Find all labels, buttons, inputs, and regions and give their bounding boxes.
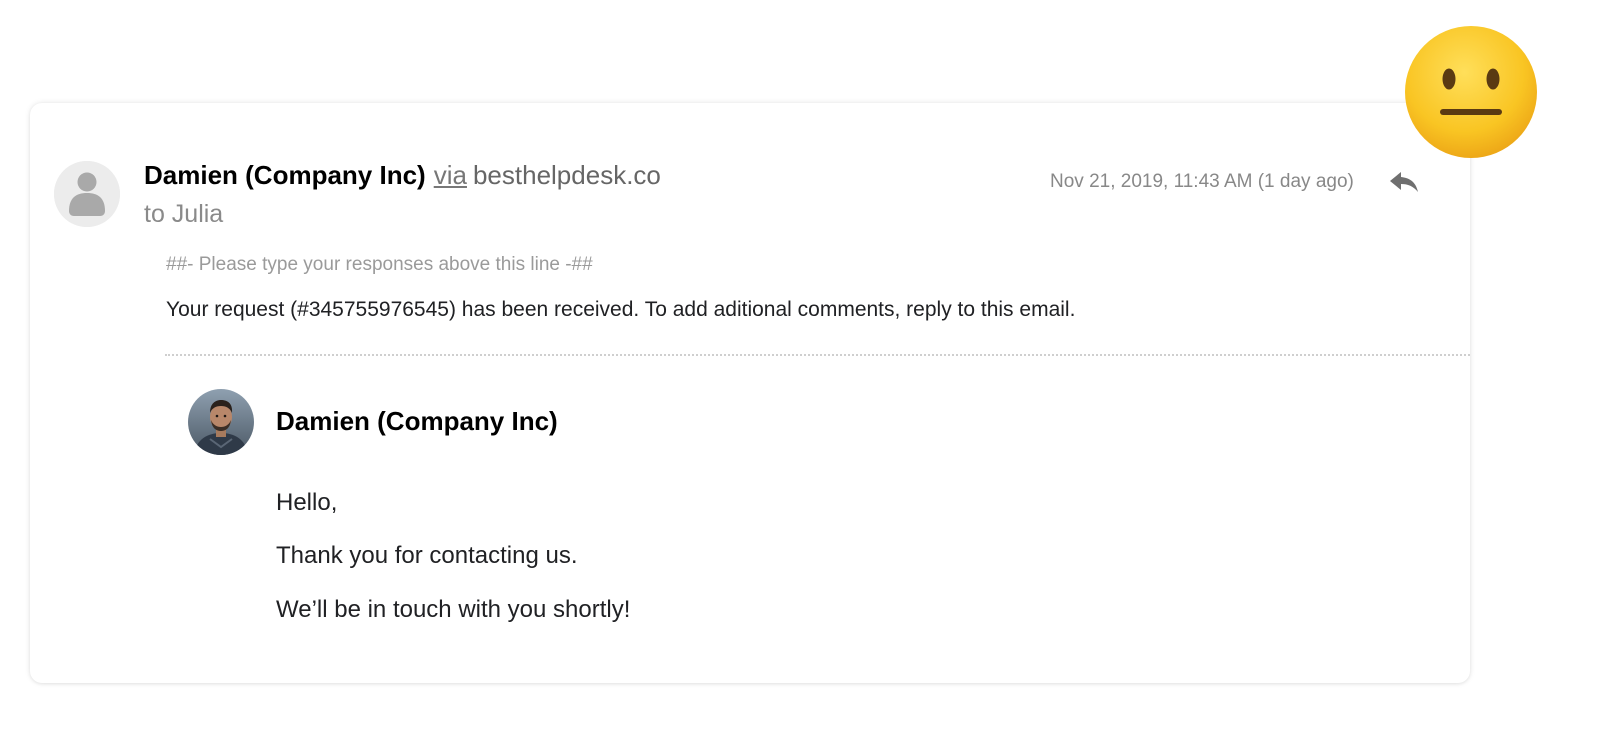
- recipient-line: to Julia: [144, 200, 224, 228]
- sender-avatar[interactable]: [54, 161, 120, 227]
- neutral-face-emoji: [1403, 24, 1539, 160]
- reply-separator-note: ##- Please type your responses above thi…: [166, 254, 593, 275]
- via-domain: besthelpdesk.co: [472, 160, 661, 190]
- reply-icon: [1390, 172, 1418, 192]
- message-body-line: Thank you for contacting us.: [276, 542, 578, 569]
- author-name: Damien (Company Inc): [276, 406, 558, 436]
- page: Damien (Company Inc) via besthelpdesk.co t…: [0, 0, 1605, 755]
- email-card: Damien (Company Inc) via besthelpdesk.co t…: [30, 103, 1470, 683]
- reply-button[interactable]: [1386, 167, 1422, 197]
- author-photo: [188, 389, 254, 455]
- from-line: Damien (Company Inc) via besthelpdesk.co: [144, 159, 661, 191]
- request-confirmation-text: Your request (#345755976545) has been re…: [166, 298, 1076, 321]
- dotted-divider: [165, 354, 1470, 356]
- message-body-line: We’ll be in touch with you shortly!: [276, 596, 631, 623]
- author-avatar[interactable]: [188, 389, 254, 455]
- message-body-line: Hello,: [276, 489, 338, 516]
- via-link[interactable]: via: [434, 160, 467, 190]
- sender-name[interactable]: Damien (Company Inc): [144, 160, 426, 190]
- person-placeholder-icon: [54, 161, 120, 227]
- email-timestamp: Nov 21, 2019, 11:43 AM (1 day ago): [1050, 171, 1354, 192]
